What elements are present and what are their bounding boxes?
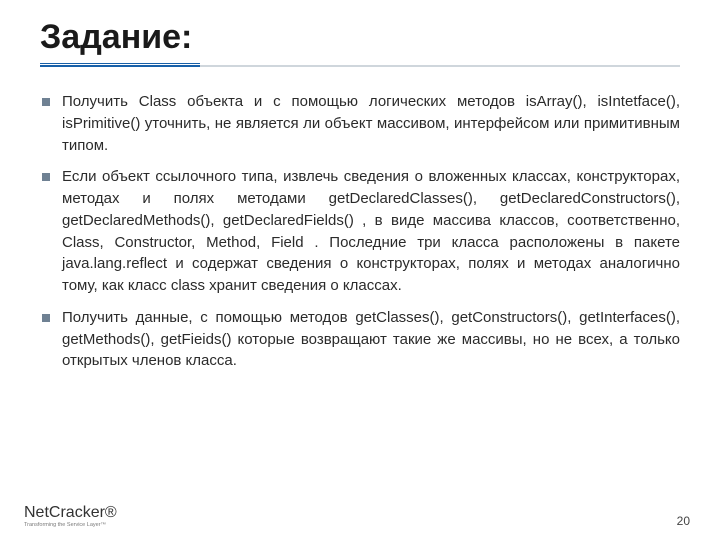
slide-title: Задание: bbox=[40, 18, 680, 57]
footer: NetCracker® Transforming the Service Lay… bbox=[0, 494, 720, 532]
content-list: Получить Class объекта и с помощью логич… bbox=[40, 91, 680, 372]
logo: NetCracker® Transforming the Service Lay… bbox=[24, 504, 117, 528]
list-item: Если объект ссылочного типа, извлечь све… bbox=[40, 166, 680, 297]
list-item: Получить Class объекта и с помощью логич… bbox=[40, 91, 680, 156]
logo-tagline: Transforming the Service Layer™ bbox=[24, 522, 106, 528]
logo-text-cracker: Cracker bbox=[49, 504, 105, 522]
logo-reg-mark: ® bbox=[105, 504, 117, 522]
page-number: 20 bbox=[677, 514, 690, 528]
title-divider bbox=[40, 65, 680, 67]
logo-text-net: Net bbox=[24, 504, 49, 522]
list-item: Получить данные, с помощью методов getCl… bbox=[40, 307, 680, 372]
slide: Задание: Получить Class объекта и с помо… bbox=[0, 0, 720, 540]
